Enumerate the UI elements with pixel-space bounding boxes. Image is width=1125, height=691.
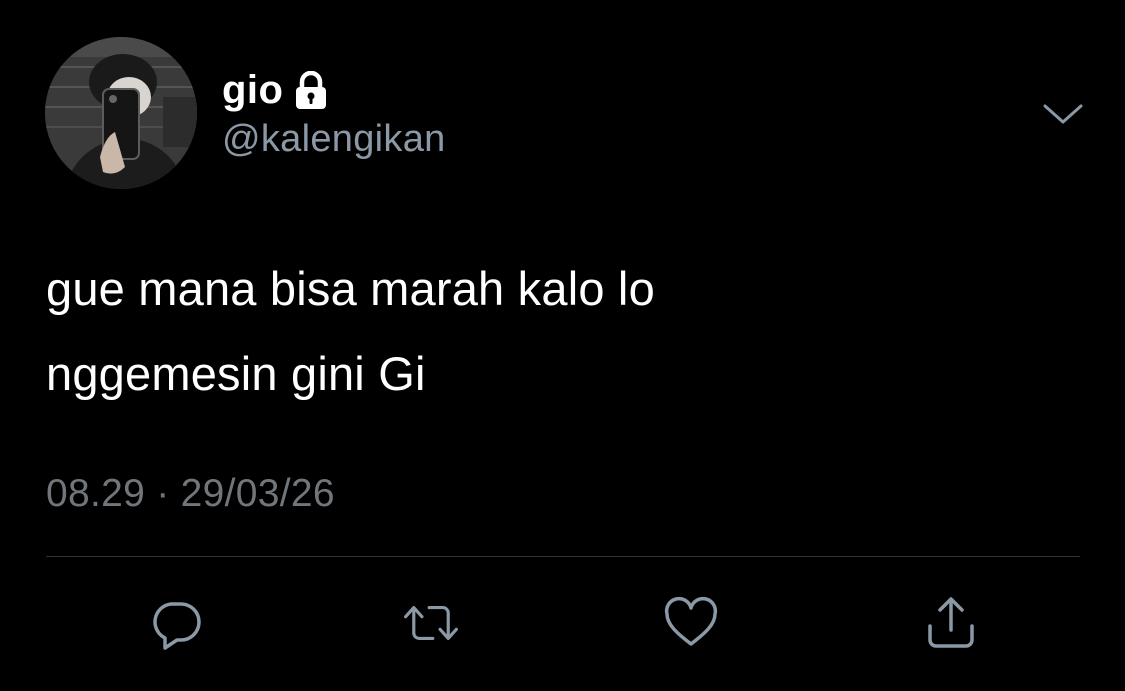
- tweet-text-line-2: nggemesin gini Gi: [46, 347, 426, 400]
- reply-icon: [153, 602, 201, 650]
- reply-button[interactable]: [147, 594, 205, 652]
- tweet-text: gue mana bisa marah kalo lo nggemesin gi…: [46, 246, 1046, 416]
- lock-icon: [293, 70, 329, 111]
- retweet-icon: [404, 606, 458, 640]
- chevron-down-icon[interactable]: [1042, 100, 1084, 128]
- avatar-photo: [45, 37, 197, 189]
- avatar[interactable]: [45, 37, 197, 189]
- tweet-text-line-1: gue mana bisa marah kalo lo: [46, 262, 655, 315]
- share-icon: [928, 597, 974, 648]
- like-icon: [664, 596, 718, 646]
- name-row: gio: [222, 64, 329, 116]
- tweet-card: gio @kalengikan gue mana bisa marah kalo…: [0, 0, 1125, 691]
- tweet-timestamp[interactable]: 08.29 · 29/03/26: [46, 472, 335, 516]
- retweet-button[interactable]: [402, 594, 460, 652]
- like-button[interactable]: [662, 594, 720, 652]
- display-name[interactable]: gio: [222, 68, 283, 113]
- share-button[interactable]: [922, 594, 980, 652]
- divider: [46, 556, 1080, 557]
- user-handle[interactable]: @kalengikan: [222, 118, 446, 161]
